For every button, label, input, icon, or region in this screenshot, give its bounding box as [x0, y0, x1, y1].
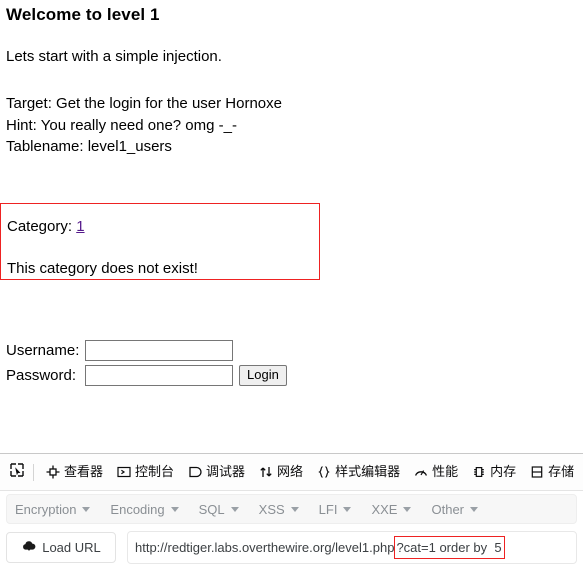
intro-paragraph: Lets start with a simple injection. — [6, 48, 222, 65]
element-picker-icon — [9, 462, 25, 483]
login-form: Username: Password: Login — [6, 338, 287, 388]
storage-icon — [530, 465, 544, 479]
hackbar-url-input[interactable]: http://redtiger.labs.overthewire.org/lev… — [127, 531, 577, 564]
target-info-block: Target: Get the login for the user Horno… — [6, 93, 577, 158]
hackbar-menu-label: Other — [431, 501, 464, 517]
hackbar-url-row: Load URL http://redtiger.labs.overthewir… — [6, 531, 577, 564]
password-row: Password: Login — [6, 363, 287, 387]
category-label: Category: — [7, 218, 73, 235]
hackbar-menu-label: XSS — [258, 501, 285, 517]
hackbar-menu-lfi[interactable]: LFI — [319, 502, 363, 517]
hackbar-menu-other[interactable]: Other — [431, 502, 489, 517]
page-title: Welcome to level 1 — [6, 5, 160, 24]
password-input[interactable] — [85, 364, 233, 386]
devtools-tab-style-editor[interactable]: 样式编辑器 — [310, 457, 407, 487]
chevron-down-icon — [343, 506, 352, 512]
url-selected-text: ?cat=1 order by 5 — [394, 536, 505, 559]
toolbar-separator — [33, 463, 34, 481]
network-icon — [259, 465, 273, 479]
category-result-box: Category: 1 This category does not exist… — [0, 203, 320, 280]
load-url-label: Load URL — [42, 540, 101, 555]
hackbar-panel: Encryption Encoding SQL XSS LFI XXE Othe… — [0, 491, 583, 564]
username-input[interactable] — [85, 339, 233, 361]
chevron-down-icon — [470, 506, 478, 512]
devtools-tab-label: 查看器 — [64, 464, 104, 479]
hackbar-menu-encryption[interactable]: Encryption — [15, 502, 101, 517]
devtools-tab-label: 性能 — [432, 464, 459, 479]
hackbar-menu-label: Encryption — [15, 501, 77, 517]
hackbar-menu-label: LFI — [318, 501, 338, 517]
console-icon — [117, 465, 131, 479]
category-line: Category: 1 — [7, 217, 85, 236]
hint-line: Hint: You really need one? omg -_- — [6, 116, 237, 134]
inspector-icon — [46, 465, 60, 479]
style-editor-icon — [317, 465, 331, 479]
password-label: Password: — [6, 366, 77, 384]
devtools-tab-label: 内存 — [490, 464, 517, 479]
memory-icon — [472, 465, 486, 479]
category-error-message: This category does not exist! — [7, 260, 198, 277]
hackbar-menu-label: SQL — [198, 501, 225, 517]
devtools-panel: 查看器 控制台 调试器 网络 样式编辑器 性能 内存 存储 Encryption… — [0, 453, 583, 571]
devtools-tab-label: 存储 — [548, 464, 575, 479]
devtools-tab-label: 调试器 — [206, 464, 246, 479]
username-row: Username: — [6, 338, 287, 362]
challenge-page: Welcome to level 1 Lets start with a sim… — [0, 0, 583, 453]
target-line: Target: Get the login for the user Horno… — [6, 95, 282, 112]
hackbar-menu-encoding[interactable]: Encoding — [110, 502, 189, 517]
debugger-icon — [188, 465, 202, 479]
chevron-down-icon — [170, 506, 179, 512]
hackbar-menu-xxe[interactable]: XXE — [371, 502, 422, 517]
chevron-down-icon — [230, 506, 239, 512]
devtools-tab-label: 控制台 — [135, 464, 175, 479]
cloud-download-icon — [21, 539, 37, 557]
username-label: Username: — [6, 341, 80, 359]
url-prefix-text: http://redtiger.labs.overthewire.org/lev… — [135, 540, 395, 555]
chevron-down-icon — [82, 506, 91, 512]
load-url-button[interactable]: Load URL — [6, 532, 116, 563]
hackbar-menubar: Encryption Encoding SQL XSS LFI XXE Othe… — [6, 494, 577, 524]
login-button[interactable]: Login — [239, 364, 287, 386]
tablename-line: Tablename: level1_users — [6, 138, 172, 155]
devtools-tab-console[interactable]: 控制台 — [110, 457, 181, 487]
element-picker-button[interactable] — [4, 459, 30, 485]
devtools-tab-debugger[interactable]: 调试器 — [181, 457, 252, 487]
devtools-tab-network[interactable]: 网络 — [252, 457, 310, 487]
devtools-tab-label: 网络 — [277, 464, 304, 479]
hackbar-menu-label: Encoding — [110, 501, 165, 517]
devtools-tab-inspector[interactable]: 查看器 — [39, 457, 110, 487]
devtools-tab-memory[interactable]: 内存 — [465, 457, 523, 487]
devtools-tab-label: 样式编辑器 — [335, 464, 401, 479]
hackbar-menu-xss[interactable]: XSS — [259, 502, 310, 517]
devtools-tab-performance[interactable]: 性能 — [407, 457, 465, 487]
hackbar-menu-sql[interactable]: SQL — [199, 502, 250, 517]
chevron-down-icon — [403, 506, 412, 512]
hackbar-menu-label: XXE — [371, 501, 398, 517]
devtools-toolbar: 查看器 控制台 调试器 网络 样式编辑器 性能 内存 存储 — [0, 454, 583, 491]
devtools-tab-storage[interactable]: 存储 — [523, 457, 581, 487]
performance-icon — [414, 465, 428, 479]
category-link[interactable]: 1 — [76, 218, 84, 235]
chevron-down-icon — [290, 506, 299, 512]
